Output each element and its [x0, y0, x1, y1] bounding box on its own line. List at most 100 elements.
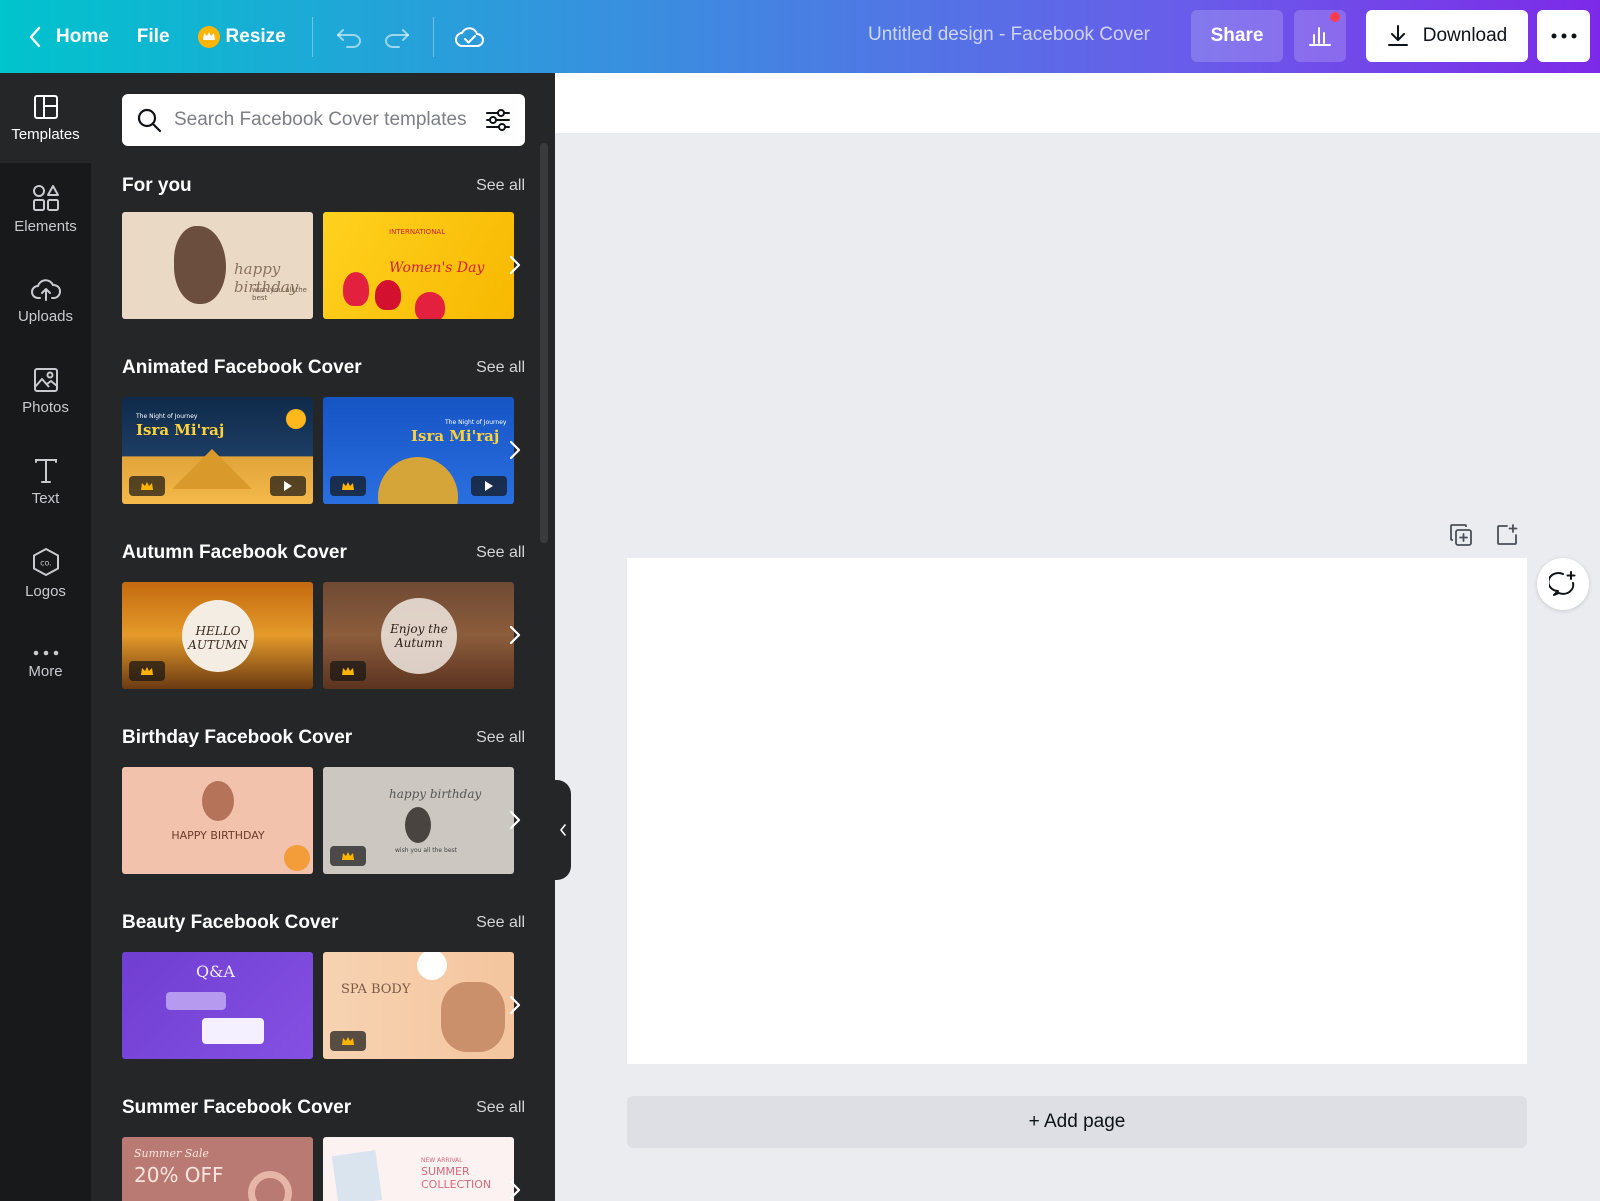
share-button[interactable]: Share: [1191, 10, 1283, 62]
thumbnail-text: Women's Day: [389, 260, 485, 276]
template-thumbnail[interactable]: The Night of Journey Isra Mi'raj: [323, 397, 514, 504]
template-thumbnail[interactable]: The Night of Journey Isra Mi'raj: [122, 397, 313, 504]
crown-icon: [342, 666, 354, 675]
template-thumbnail[interactable]: Q&A: [122, 952, 313, 1059]
templates-icon: [33, 94, 58, 119]
template-thumbnail[interactable]: INTERNATIONAL Women's Day: [323, 212, 514, 319]
carousel-next-button[interactable]: [505, 985, 525, 1025]
home-label: Home: [56, 25, 109, 47]
thumbnail-text: SPA BODY: [341, 982, 411, 997]
rail-item-photos[interactable]: Photos: [0, 346, 91, 436]
search-input[interactable]: [174, 109, 485, 131]
template-thumbnail[interactable]: HAPPY BIRTHDAY: [122, 767, 313, 874]
thumbnail-subtext: NEW ARRIVAL: [421, 1157, 463, 1164]
see-all-link[interactable]: See all: [476, 729, 525, 747]
rail-label: Templates: [11, 125, 80, 143]
carousel-next-button[interactable]: [505, 430, 525, 470]
rail-item-elements[interactable]: Elements: [0, 164, 91, 254]
duplicate-page-button[interactable]: [1446, 520, 1476, 550]
file-menu[interactable]: File: [123, 15, 184, 59]
rail-item-templates[interactable]: Templates: [0, 73, 91, 163]
template-thumbnail[interactable]: HELLO AUTUMN: [122, 582, 313, 689]
undo-button[interactable]: [325, 15, 373, 59]
chevron-right-icon: [509, 440, 521, 460]
bar-chart-icon: [1309, 27, 1331, 46]
chevron-right-icon: [509, 810, 521, 830]
see-all-link[interactable]: See all: [476, 177, 525, 195]
see-all-link[interactable]: See all: [476, 544, 525, 562]
template-thumbnail[interactable]: SPA BODY: [323, 952, 514, 1059]
thumbnail-subtext: The Night of Journey: [445, 419, 507, 426]
panel-scrollbar[interactable]: [540, 143, 548, 543]
resize-button[interactable]: Resize: [184, 15, 300, 59]
photo-card-shape: [331, 1150, 383, 1201]
thumbnail-text: happy birthday: [389, 787, 482, 801]
rail-item-text[interactable]: Text: [0, 437, 91, 527]
toolbar-divider: [311, 16, 313, 57]
more-options-button[interactable]: [1537, 10, 1590, 62]
crown-icon: [141, 666, 153, 675]
download-button[interactable]: Download: [1366, 10, 1528, 62]
rail-item-more[interactable]: More: [0, 619, 91, 709]
design-title[interactable]: Untitled design - Facebook Cover: [868, 24, 1150, 46]
insights-button[interactable]: [1294, 10, 1346, 62]
chat-bubble-shape: [202, 1018, 264, 1044]
carousel-next-button[interactable]: [505, 245, 525, 285]
tulip-shape: [375, 280, 401, 310]
add-page-button[interactable]: + Add page: [627, 1096, 1527, 1148]
template-thumbnail[interactable]: Summer Sale 20% OFF: [122, 1137, 313, 1201]
filter-icon[interactable]: [485, 108, 511, 132]
premium-badge: [330, 661, 366, 681]
thumbnail-text: 20% OFF: [134, 1163, 224, 1187]
portrait-shape: [174, 226, 226, 304]
section-title: Animated Facebook Cover: [122, 357, 362, 378]
thumbnail-text: SUMMER COLLECTION: [421, 1165, 492, 1191]
design-page-canvas[interactable]: [627, 558, 1527, 1064]
cloud-check-icon: [454, 26, 484, 47]
rail-item-logos[interactable]: co. Logos: [0, 528, 91, 618]
cloud-save-button[interactable]: [446, 15, 494, 59]
see-all-link[interactable]: See all: [476, 1099, 525, 1117]
editor-toolbar-strip: [555, 73, 1600, 133]
template-thumbnail[interactable]: happy birthday wish you all the best: [323, 767, 514, 874]
thumbnail-text: HAPPY BIRTHDAY: [171, 829, 265, 842]
section-header: Animated Facebook Cover See all: [122, 357, 525, 379]
premium-badge: [330, 846, 366, 866]
side-rail: Templates Elements Uploads Photos Text c…: [0, 73, 91, 1201]
home-button[interactable]: Home: [14, 15, 123, 59]
thumbnail-subtext: wish you all the best: [252, 286, 307, 302]
thumbnail-subtext: wish you all the best: [395, 847, 457, 854]
thumbnail-text: Enjoy the Autumn: [390, 622, 448, 650]
thumbnail-text: Isra Mi'raj: [136, 421, 225, 439]
portrait-shape: [441, 982, 505, 1052]
chevron-right-icon: [509, 995, 521, 1015]
redo-button[interactable]: [373, 15, 421, 59]
templates-panel: For you See all happy birthday wish you …: [91, 73, 555, 1201]
carousel-next-button[interactable]: [505, 800, 525, 840]
toolbar-divider: [432, 16, 434, 57]
thumbnail-text: Q&A: [196, 962, 235, 981]
add-page-icon-button[interactable]: [1492, 520, 1522, 550]
more-icon: [33, 650, 58, 655]
search-box[interactable]: [122, 94, 525, 146]
see-all-link[interactable]: See all: [476, 359, 525, 377]
crown-icon: [141, 481, 153, 490]
download-icon: [1387, 25, 1408, 46]
see-all-link[interactable]: See all: [476, 914, 525, 932]
rail-label: Elements: [14, 217, 77, 235]
template-thumbnail[interactable]: happy birthday wish you all the best: [122, 212, 313, 319]
portrait-shape: [202, 781, 234, 821]
premium-badge: [330, 1031, 366, 1051]
section-title: Autumn Facebook Cover: [122, 542, 347, 563]
add-comment-button[interactable]: [1537, 558, 1589, 610]
collapse-panel-handle[interactable]: [555, 780, 571, 880]
template-thumbnail[interactable]: NEW ARRIVAL SUMMER COLLECTION: [323, 1137, 514, 1201]
premium-badge: [330, 476, 366, 496]
duplicate-icon: [1450, 524, 1472, 546]
carousel-next-button[interactable]: [505, 1170, 525, 1201]
crown-icon: [342, 481, 354, 490]
template-thumbnail[interactable]: Enjoy the Autumn: [323, 582, 514, 689]
premium-badge: [129, 476, 165, 496]
rail-item-uploads[interactable]: Uploads: [0, 255, 91, 345]
carousel-next-button[interactable]: [505, 615, 525, 655]
